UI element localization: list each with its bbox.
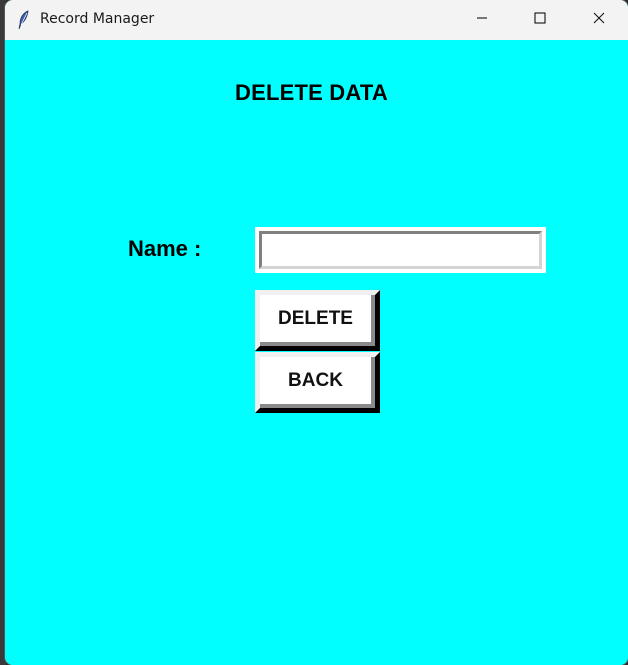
app-window: Record Manager DELETE DATA Name : DELETE…: [5, 0, 628, 665]
maximize-icon: [534, 11, 546, 29]
close-button[interactable]: [570, 0, 628, 40]
minimize-icon: [476, 11, 488, 29]
close-icon: [593, 11, 605, 29]
delete-button-face: DELETE: [260, 295, 375, 346]
feather-icon: [17, 10, 31, 30]
delete-button[interactable]: DELETE: [255, 290, 380, 351]
back-button-face: BACK: [260, 357, 375, 408]
name-label: Name :: [128, 236, 202, 261]
page-title: DELETE DATA: [235, 80, 388, 105]
form-panel: DELETE DATA Name : DELETE BACK: [5, 40, 628, 665]
name-field-bevel: [259, 231, 542, 269]
maximize-button[interactable]: [511, 0, 569, 40]
window-title: Record Manager: [40, 11, 155, 27]
delete-button-label: DELETE: [278, 307, 353, 329]
name-field-frame: [255, 227, 546, 273]
minimize-button[interactable]: [453, 0, 511, 40]
back-button[interactable]: BACK: [255, 352, 380, 413]
title-bar[interactable]: Record Manager: [5, 0, 628, 40]
name-input[interactable]: [266, 237, 540, 269]
back-button-label: BACK: [288, 369, 343, 391]
